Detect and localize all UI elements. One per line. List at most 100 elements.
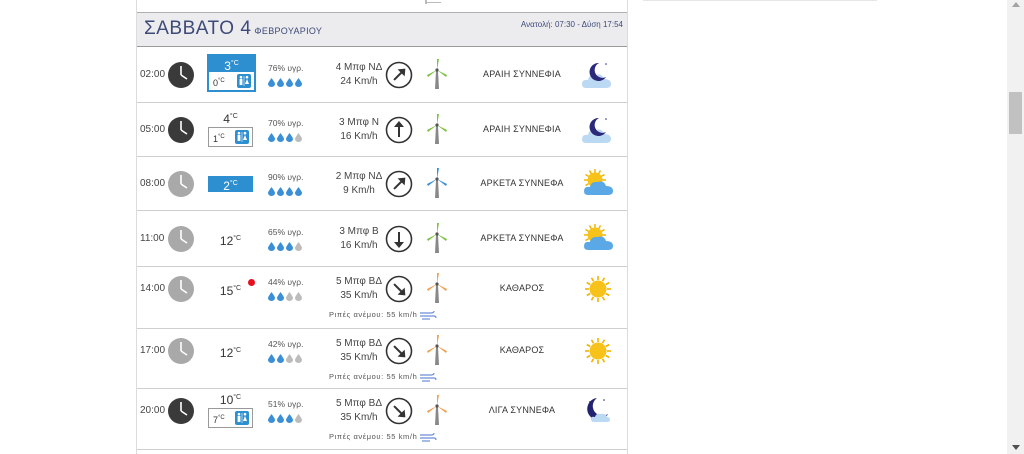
drop-icon <box>277 77 284 87</box>
temperature-unit: °C <box>233 394 242 401</box>
wind-turbine-icon <box>425 167 449 198</box>
drop-icon <box>295 77 302 87</box>
drop-icon <box>295 186 302 196</box>
drop-icon <box>295 414 302 423</box>
clock-icon <box>167 225 195 253</box>
time-label: 20:00 <box>140 405 166 416</box>
forecast-row: 11:00 12°C 65% υγρ. 3 Μπφ Β 16 Km/h ΑΡΚΕΤΑ ΣΥ… <box>137 211 627 267</box>
wind-gust-text: Ριπές ανέμου: 55 km/h <box>329 372 418 381</box>
page-scrollbar[interactable] <box>1007 0 1024 454</box>
humidity-text: 44% υγρ. <box>268 277 304 287</box>
drop-icon <box>277 354 284 363</box>
drop-icon <box>286 292 293 301</box>
wind-turbine-icon <box>425 58 449 89</box>
drop-icon <box>286 132 293 142</box>
forecast-row: 02:00 3°C 0°C 76% υγρ. 4 Μπφ ΝΔ 24 Km/h ΑΡΑΙΗ … <box>137 47 627 103</box>
drop-icon <box>286 354 293 363</box>
humidity-cell: 42% υγρ. <box>268 339 328 364</box>
drop-icon <box>277 292 284 301</box>
temperature-unit: °C <box>233 285 242 292</box>
condition-text: ΚΑΘΑΡΟΣ <box>499 283 545 293</box>
temperature-number: 15 <box>219 284 234 298</box>
wind-gust-text: Ριπές ανέμου: 55 km/h <box>329 432 418 441</box>
temperature-number: 12 <box>219 233 234 248</box>
scroll-up-arrow-icon[interactable] <box>1012 2 1020 7</box>
drop-icon <box>268 241 275 251</box>
temperature-cell: 12°C <box>208 343 253 360</box>
condition-text: ΑΡΚΕΤΑ ΣΥΝΝΕΦΑ <box>480 232 564 243</box>
wind-direction-arrow-icon <box>385 275 413 303</box>
drop-icon <box>286 186 293 196</box>
drop-icon <box>268 132 275 142</box>
time-label: 17:00 <box>140 345 166 356</box>
drop-icon <box>268 292 275 301</box>
temperature-number: 12 <box>219 346 234 360</box>
temperature-cell: 12°C <box>208 231 253 248</box>
drop-icon <box>295 292 302 301</box>
clock-icon <box>167 170 195 198</box>
humidity-drops <box>268 186 328 197</box>
humidity-cell: 90% υγρ. <box>268 172 328 197</box>
temperature-value: 15°C <box>208 281 253 298</box>
day-cloudy-icon <box>580 222 616 256</box>
humidity-cell: 51% υγρ. <box>268 399 328 424</box>
drop-icon <box>268 186 275 196</box>
drop-icon <box>286 241 293 251</box>
sun-icon <box>580 272 616 306</box>
temperature-value: 3°C <box>209 55 254 73</box>
humidity-text: 76% υγρ. <box>268 62 304 73</box>
temperature-number: 10 <box>219 393 234 407</box>
day-title: ΣΑΒΒΑΤΟ 4 ΦΕΒΡΟΥΑΡΙΟΥ <box>144 18 322 40</box>
humidity-text: 51% υγρ. <box>268 399 304 409</box>
temperature-unit: °C <box>233 234 242 242</box>
day-header: ΣΑΒΒΑΤΟ 4 ΦΕΒΡΟΥΑΡΙΟΥ Ανατολή: 07:30 - Δύ… <box>137 13 627 47</box>
humidity-drops <box>268 241 328 252</box>
night-partly-cloudy-icon <box>580 113 616 147</box>
time-label: 02:00 <box>140 68 166 80</box>
wind-gust-icon <box>419 310 437 320</box>
wc-icon <box>237 73 251 88</box>
feels-like-temperature: 0°C <box>209 71 254 90</box>
scroll-down-arrow-icon[interactable] <box>1012 445 1020 450</box>
wind-gust-note: Ριπές ανέμου: 55 km/h <box>329 310 437 320</box>
humidity-text: 90% υγρ. <box>268 171 304 182</box>
clock-icon <box>167 275 195 303</box>
temperature-value: 2°C <box>208 175 253 193</box>
drop-icon <box>268 77 275 87</box>
drop-icon <box>286 414 293 423</box>
temperature-cell: 15°C <box>208 281 253 298</box>
forecast-row: 20:00 10°C 7°C 51% υγρ. 5 Μπφ ΒΔ 35 Km/h ΛΙΓΑ … <box>137 389 627 450</box>
drop-icon <box>286 77 293 87</box>
humidity-cell: 76% υγρ. <box>268 63 328 88</box>
forecast-panel: ΣΑΒΒΑΤΟ 4 ΦΕΒΡΟΥΑΡΙΟΥ Ανατολή: 07:30 - Δύ… <box>136 0 628 454</box>
condition-text: ΑΡΑΙΗ ΣΥΝΝΕΦΙΑ <box>483 123 561 134</box>
wind-direction-arrow-icon <box>385 397 413 425</box>
wind-turbine-icon <box>425 395 449 425</box>
wind-direction-arrow-icon <box>385 225 413 253</box>
scroll-thumb[interactable] <box>1009 92 1022 134</box>
temperature-unit: °C <box>230 59 239 67</box>
wc-icon <box>235 411 249 425</box>
temperature-number: 2 <box>223 178 230 193</box>
temperature-cell: 3°C 0°C <box>207 53 256 92</box>
wind-turbine-icon <box>425 273 449 303</box>
wc-icon <box>235 129 249 144</box>
wind-direction-arrow-icon <box>385 170 413 198</box>
drop-icon <box>277 241 284 251</box>
humidity-drops <box>268 414 328 424</box>
wind-turbine-icon <box>425 113 449 144</box>
day-name: ΣΑΒΒΑΤΟ 4 <box>144 18 252 39</box>
night-few-clouds-icon <box>580 394 616 428</box>
sunrise-sunset: Ανατολή: 07:30 - Δύση 17:54 <box>520 20 623 29</box>
humidity-drops <box>268 77 328 88</box>
temperature-value: 12°C <box>208 343 253 360</box>
condition-text: ΑΡΚΕΤΑ ΣΥΝΝΕΦΑ <box>480 177 564 188</box>
sun-icon <box>580 334 616 368</box>
clock-icon <box>167 116 195 144</box>
forecast-row: 17:00 12°C 42% υγρ. 5 Μπφ ΒΔ 35 Km/h ΚΑΘΑΡΟΣ Ρ… <box>137 329 627 389</box>
temperature-number: 4 <box>223 111 230 126</box>
time-label: 14:00 <box>140 283 166 294</box>
humidity-cell: 44% υγρ. <box>268 277 328 302</box>
temperature-unit: °C <box>229 112 238 120</box>
condition-text: ΑΡΑΙΗ ΣΥΝΝΕΦΙΑ <box>483 68 561 79</box>
